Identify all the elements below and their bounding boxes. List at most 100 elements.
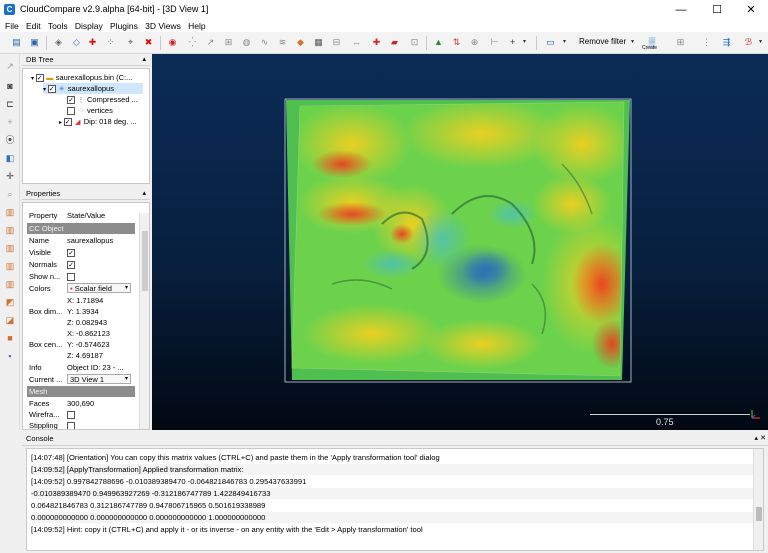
tree-item-dip[interactable]: ▸ ✓ ◢ Dip: 018 deg. ... [59, 116, 137, 127]
sf-icon[interactable]: ∿ [258, 36, 271, 49]
3d-view[interactable]: 0.75 [152, 54, 768, 430]
octree-icon[interactable]: ⊞ [222, 36, 235, 49]
colors-combo[interactable]: ▪ Scalar field ▾ [67, 283, 131, 293]
normals-checkbox[interactable]: ✓ [67, 261, 75, 270]
close-button[interactable]: ✕ [734, 0, 768, 20]
scrollbar-thumb[interactable] [756, 507, 762, 521]
minimize-button[interactable]: — [664, 0, 698, 20]
iso-view-2-icon[interactable]: ◪ [4, 314, 16, 326]
register-icon[interactable]: ⊟ [330, 36, 343, 49]
right-view-icon[interactable]: ▥ [4, 260, 16, 272]
axis-icon[interactable]: ✛ [4, 170, 16, 182]
row-colors[interactable]: Colors ▪ Scalar field ▾ [27, 283, 135, 294]
plugin-dropdown-icon[interactable]: ▾ [754, 36, 767, 49]
left-view-icon[interactable]: ▥ [4, 242, 16, 254]
point-cloud-render[interactable] [152, 54, 768, 430]
pin-icon[interactable]: ▴ [142, 188, 146, 200]
binoculars-icon[interactable]: ◙ [4, 80, 16, 92]
save-icon[interactable]: ▣ [28, 36, 41, 49]
tree-item-compressed[interactable]: ✓ ⋮ Compressed ... [67, 94, 138, 105]
filter-dropdown-icon[interactable]: ▾ [626, 36, 639, 49]
normals-icon[interactable]: ↗ [204, 36, 217, 49]
console-log[interactable]: [14:07:48] [Orientation] You can copy th… [26, 448, 764, 551]
pin-icon[interactable]: ▴ [142, 54, 146, 66]
row-visible[interactable]: Visible ✓ [27, 247, 135, 258]
row-wireframe[interactable]: Wirefra... [27, 409, 135, 420]
iso-view-1-icon[interactable]: ◩ [4, 296, 16, 308]
sf-stats-icon[interactable]: ⊢ [488, 36, 501, 49]
checkbox-icon[interactable]: ✓ [35, 74, 44, 83]
pick-rotation-center-icon[interactable]: ↗ [4, 60, 16, 72]
console-scrollbar[interactable] [753, 449, 763, 550]
menu-file[interactable]: File [5, 20, 19, 32]
tree-item-vertices[interactable]: ⁘ vertices [67, 105, 113, 116]
add-icon[interactable]: ✚ [370, 36, 383, 49]
checkbox-icon[interactable]: ✓ [67, 96, 75, 105]
wireframe-checkbox[interactable] [67, 411, 75, 420]
stippling-checkbox[interactable] [67, 422, 75, 429]
pan-icon[interactable]: ⊏ [4, 98, 16, 110]
back-view-icon[interactable]: ▥ [4, 224, 16, 236]
current-display-combo[interactable]: 3D View 1 ▾ [67, 374, 131, 384]
float-icon[interactable]: ▴ [754, 432, 758, 446]
crop-icon[interactable]: ⊡ [408, 36, 421, 49]
qm3c2-icon[interactable]: ⇶ [720, 36, 733, 49]
translate-rotate-icon[interactable]: ✚ [86, 36, 99, 49]
display-dropdown-icon[interactable]: ▾ [558, 36, 571, 49]
qsra-icon[interactable]: ⋮ [700, 36, 713, 49]
dropdown-arrow-icon[interactable]: ▾ [518, 36, 531, 49]
menu-help[interactable]: Help [188, 20, 205, 32]
visible-checkbox[interactable]: ✓ [67, 249, 75, 258]
display-icon[interactable]: ▭ [544, 36, 557, 49]
filter-icon[interactable]: ≋ [276, 36, 289, 49]
app-icon: C [4, 4, 15, 15]
menu-edit[interactable]: Edit [26, 20, 41, 32]
row-boxcen: Box cen... Y: -0.574623 [29, 340, 110, 349]
open-icon[interactable]: ▤ [10, 36, 23, 49]
checkbox-icon[interactable] [67, 107, 75, 116]
show-name-checkbox[interactable] [67, 273, 75, 282]
scrollbar-thumb[interactable] [142, 231, 148, 291]
delete-icon[interactable]: ✖ [142, 36, 155, 49]
zoom-icon[interactable]: ⌕ [4, 188, 16, 200]
top-view-icon[interactable]: ◧ [4, 152, 16, 164]
gradient-icon[interactable]: ⊕ [468, 36, 481, 49]
palette-icon[interactable]: ▪ [4, 350, 16, 362]
cube-icon[interactable]: ■ [4, 332, 16, 344]
sample-icon[interactable]: ◉ [166, 36, 179, 49]
qcompare-icon[interactable]: ⊞ [674, 36, 687, 49]
menu-tools[interactable]: Tools [48, 20, 68, 32]
merge-icon[interactable]: ⌖ [124, 36, 137, 49]
row-show-name[interactable]: Show n... [27, 271, 135, 282]
sf-arith-icon[interactable]: ⇅ [450, 36, 463, 49]
clone-icon[interactable]: ◇ [70, 36, 83, 49]
tree-item-mesh[interactable]: ▾ ✓ ✳ saurexallopus [43, 83, 143, 94]
bottom-view-icon[interactable]: ▥ [4, 278, 16, 290]
tree-item-file[interactable]: ▾ ✓ ▬ saurexallopus.bin (C:... [31, 72, 132, 83]
checker-icon[interactable]: ▦ [312, 36, 325, 49]
color-icon[interactable]: ◍ [240, 36, 253, 49]
plane-icon[interactable]: ▰ [388, 36, 401, 49]
front-view-icon[interactable]: ▥ [4, 206, 16, 218]
menu-display[interactable]: Display [75, 20, 103, 32]
row-normals[interactable]: Normals ✓ [27, 259, 135, 270]
checkbox-icon[interactable]: ✓ [47, 85, 56, 94]
distance-icon[interactable]: ↔ [350, 36, 363, 49]
zoom-center-icon[interactable]: + [4, 116, 16, 128]
close-icon[interactable]: ✕ [760, 432, 766, 446]
checkbox-icon[interactable]: ✓ [63, 118, 72, 127]
lock-rotation-icon[interactable]: ⦿ [4, 134, 16, 146]
row-stippling[interactable]: Stippling [27, 420, 135, 429]
row-name[interactable]: Name saurexallopus [27, 235, 135, 246]
row-current-display[interactable]: Current ... 3D View 1 ▾ [27, 374, 135, 385]
properties-scrollbar[interactable] [139, 213, 149, 429]
pick-icon[interactable]: ◈ [52, 36, 65, 49]
subsample-icon[interactable]: ⁛ [186, 36, 199, 49]
menu-plugins[interactable]: Plugins [110, 20, 138, 32]
menu-3d-views[interactable]: 3D Views [145, 20, 181, 32]
segment-icon[interactable]: ⁘ [104, 36, 117, 49]
histogram-icon[interactable]: ▲ [432, 36, 445, 49]
maximize-button[interactable]: ☐ [700, 0, 734, 20]
mesh-icon[interactable]: ◆ [294, 36, 307, 49]
remove-filter-label[interactable]: Remove filter [579, 37, 626, 46]
